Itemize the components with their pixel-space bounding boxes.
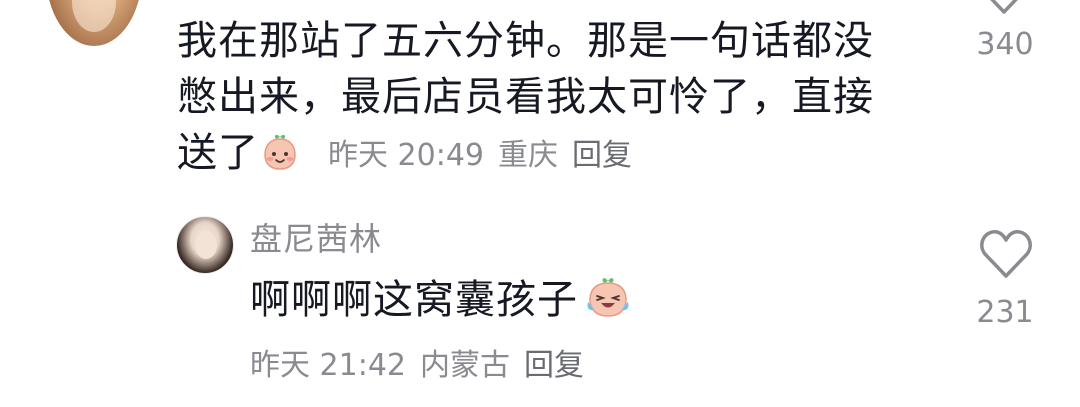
laugh-cry-emoji-icon — [587, 278, 629, 317]
reply-reply-button[interactable]: 回复 — [524, 348, 584, 383]
reply-like-count: 231 — [976, 295, 1034, 330]
smile-emoji-icon — [264, 134, 296, 170]
reply-text: 啊啊啊这窝囊孩子 — [250, 277, 578, 323]
reply-like-heart-icon[interactable] — [977, 228, 1035, 280]
reply-location: 内蒙古 — [420, 348, 510, 383]
commenter-avatar[interactable] — [46, 0, 142, 46]
comment-meta: 昨天 20:49 重庆 回复 — [328, 134, 646, 178]
comment-reply-button[interactable]: 回复 — [572, 138, 632, 173]
comment-line-1: 我在那站了五六分钟。那是一句话都没 — [177, 18, 874, 64]
reply-username[interactable]: 盘尼茜林 — [250, 219, 382, 259]
reply-avatar[interactable] — [176, 216, 234, 274]
reply-time: 昨天 21:42 — [250, 348, 406, 383]
comment-time: 昨天 20:49 — [328, 138, 484, 173]
comment-line-2: 憋出来，最后店员看我太可怜了，直接 — [177, 74, 874, 120]
like-heart-icon[interactable] — [977, 0, 1031, 14]
comment-location: 重庆 — [498, 138, 558, 173]
comment-like-count: 340 — [976, 27, 1034, 62]
reply-meta: 昨天 21:42 内蒙古 回复 — [250, 344, 598, 388]
